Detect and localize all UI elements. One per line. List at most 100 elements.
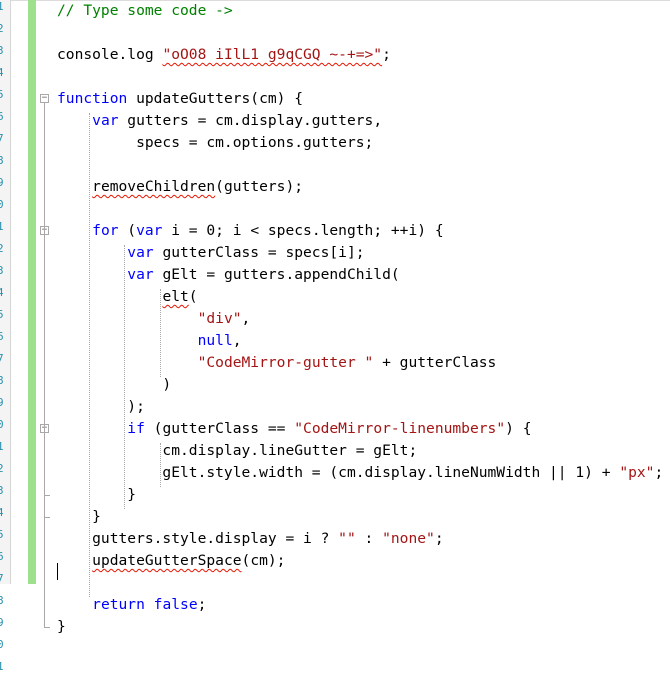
line-number: 1 [0, 0, 4, 13]
line-number: 3 [0, 484, 4, 497]
line-number: 5 [0, 308, 4, 321]
keyword-token: if [127, 420, 145, 437]
code-token: gutterClass = specs[i]; [153, 244, 365, 261]
string-token: "none" [382, 530, 435, 547]
string-token: "CodeMirror-linenumbers" [294, 420, 506, 437]
code-token: updateGutters(cm) { [127, 90, 304, 107]
line-number: 9 [0, 176, 4, 189]
indent-guide [124, 245, 126, 509]
code-line[interactable]: // Type some code -> [57, 0, 233, 22]
code-line[interactable]: updateGutterSpace(cm); [57, 550, 285, 572]
indent-guide [159, 443, 161, 487]
code-line[interactable]: var gElt = gutters.appendChild( [57, 264, 400, 286]
fold-region-end [44, 517, 50, 518]
code-line[interactable]: return false; [57, 594, 206, 616]
code-token: ) { [505, 420, 532, 437]
line-number: 8 [0, 594, 4, 607]
code-line[interactable]: removeChildren(gutters); [57, 176, 303, 198]
code-line[interactable]: } [57, 616, 66, 638]
code-token: elt [162, 288, 189, 305]
code-token: ); [57, 398, 145, 415]
code-line[interactable]: ); [57, 396, 145, 418]
line-number: 4 [0, 506, 4, 519]
fold-region-end [44, 495, 50, 496]
code-line[interactable]: console.log "oO08 iIlL1 g9qCGQ ~-+=>"; [57, 44, 391, 66]
code-token: (gutters); [215, 178, 304, 195]
line-number: 1 [0, 440, 4, 453]
code-token: (gutterClass == [144, 420, 295, 437]
line-number: 7 [0, 352, 4, 365]
code-token: ; [434, 530, 444, 547]
string-token: "" [338, 530, 356, 547]
line-number: 7 [0, 572, 4, 585]
keyword-token: function [57, 90, 128, 107]
string-token: "div" [197, 310, 242, 327]
code-token: specs = cm.options.gutters; [57, 134, 374, 151]
code-line[interactable]: if (gutterClass == "CodeMirror-linenumbe… [57, 418, 531, 440]
string-token: "oO08 iIlL1 g9qCGQ ~-+=>" [162, 46, 383, 63]
line-number: 7 [0, 132, 4, 145]
line-number: 5 [0, 528, 4, 541]
keyword-token: var [92, 112, 119, 129]
code-token: cm.display.lineGutter = gElt; [57, 442, 418, 459]
indent-guide [159, 289, 161, 377]
code-token: ( [118, 222, 137, 239]
line-number: 0 [0, 198, 4, 211]
code-line[interactable]: var gutterClass = specs[i]; [57, 242, 365, 264]
code-token: , [241, 310, 251, 327]
code-line[interactable]: function updateGutters(cm) { [57, 88, 303, 110]
line-number: 6 [0, 110, 4, 123]
keyword-token: false [153, 596, 198, 613]
code-token: ) [57, 376, 172, 393]
string-token: "px" [619, 464, 655, 481]
text-caret [57, 563, 58, 580]
code-line[interactable]: var gutters = cm.display.gutters, [57, 110, 382, 132]
code-line[interactable]: ) [57, 374, 171, 396]
line-number: 6 [0, 330, 4, 343]
line-number: 2 [0, 462, 4, 475]
code-token: gElt.style.width = (cm.display.lineNumWi… [57, 464, 620, 481]
line-number: 1 [0, 660, 4, 673]
code-line[interactable]: for (var i = 0; i < specs.length; ++i) { [57, 220, 444, 242]
code-token: ; [654, 464, 664, 481]
code-token: + gutterClass [373, 354, 497, 371]
keyword-token: return [92, 596, 145, 613]
collapse-region-icon[interactable]: − [40, 94, 49, 103]
code-token: i = 0; i < specs.length; ++i) { [162, 222, 444, 239]
code-line[interactable]: gElt.style.width = (cm.display.lineNumWi… [57, 462, 663, 484]
line-number: 9 [0, 396, 4, 409]
outlining-margin: −−− [38, 0, 52, 628]
code-line[interactable]: "CodeMirror-gutter " + gutterClass [57, 352, 497, 374]
code-line[interactable]: gutters.style.display = i ? "" : "none"; [57, 528, 444, 550]
line-number: 6 [0, 550, 4, 563]
code-line[interactable]: elt( [57, 286, 197, 308]
code-token: gElt = gutters.appendChild( [153, 266, 400, 283]
keyword-token: null [197, 332, 233, 349]
line-number: 0 [0, 418, 4, 431]
comment-token: // Type some code -> [57, 2, 233, 19]
keyword-token: var [136, 222, 163, 239]
code-line[interactable]: cm.display.lineGutter = gElt; [57, 440, 417, 462]
code-line[interactable]: "div", [57, 308, 251, 330]
code-line[interactable]: null, [57, 330, 242, 352]
code-token: ; [197, 596, 207, 613]
code-line[interactable]: specs = cm.options.gutters; [57, 132, 373, 154]
keyword-token: var [127, 266, 154, 283]
line-number-gutter: 1 2 3 4 5 6 7 8 9 0 1 2 3 4 5 6 7 8 9 0 1 2 3 4 5 6 7 8 9 0 1 [0, 0, 11, 673]
code-line[interactable]: } [57, 506, 101, 528]
code-token: console.log [57, 46, 163, 63]
line-number: 2 [0, 22, 4, 35]
code-token: : [355, 530, 383, 547]
code-token: } [57, 618, 66, 635]
keyword-token: for [92, 222, 119, 239]
